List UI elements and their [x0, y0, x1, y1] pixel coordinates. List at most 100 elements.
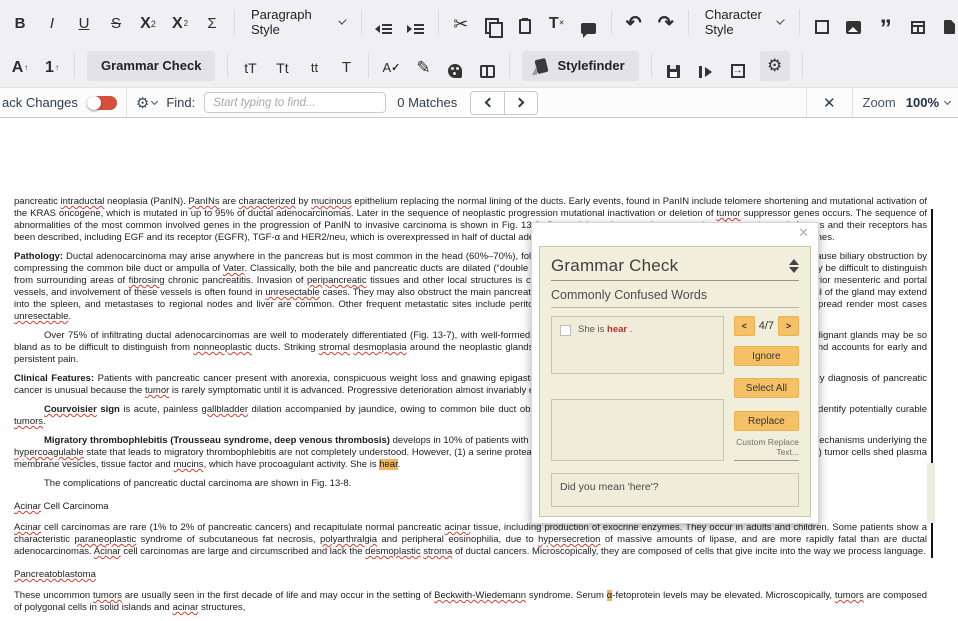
textbox-button[interactable]	[812, 10, 832, 34]
color-palette-button[interactable]	[445, 54, 465, 78]
gear-icon: ⚙	[136, 94, 149, 112]
save-button[interactable]	[664, 54, 684, 78]
clear-format-button[interactable]: T✕	[547, 10, 567, 34]
paragraph-style-dropdown[interactable]: Paragraph Style	[247, 7, 349, 37]
dialog-close-button[interactable]: ✕	[798, 225, 809, 241]
case-small-caps-button[interactable]: tt	[304, 54, 324, 78]
dialog-title: Grammar Check	[551, 256, 678, 276]
indent-button[interactable]	[406, 10, 426, 34]
track-changes-label: ack Changes	[2, 95, 78, 110]
error-word: hear	[607, 324, 627, 335]
find-previous-button[interactable]	[471, 92, 504, 114]
zoom-label: Zoom	[863, 95, 896, 110]
outdent-button[interactable]	[374, 10, 394, 34]
italic-button[interactable]: I	[42, 10, 62, 34]
divider	[551, 307, 799, 308]
line-numbering-button[interactable]: 1↑	[42, 54, 62, 78]
section-heading: Pancreatoblastoma	[14, 569, 927, 581]
custom-replace-field[interactable]: Custom Replace Text...	[734, 437, 799, 461]
image-icon	[846, 21, 861, 34]
previous-issue-button[interactable]: <	[734, 316, 755, 336]
superscript-button[interactable]: X2	[170, 10, 190, 34]
paste-button[interactable]	[515, 10, 535, 34]
pullquote-button[interactable]: ”	[876, 10, 896, 34]
context-panel	[551, 399, 724, 461]
strikethrough-button[interactable]: S	[106, 10, 126, 34]
toolbar-formatting: B I U S X2 X2 Σ Paragraph Style ✂ T✕ ↶ ↷…	[0, 0, 958, 44]
stylefinder-button[interactable]: Stylefinder	[522, 51, 638, 81]
bold-button[interactable]: B	[10, 10, 30, 34]
find-nav	[470, 91, 538, 115]
divider	[551, 280, 799, 281]
table-icon	[911, 21, 925, 34]
chevron-down-icon	[338, 16, 347, 25]
dialog-body: Grammar Check Commonly Confused Words Sh…	[539, 246, 811, 517]
export-icon: →	[731, 64, 745, 78]
book-icon	[480, 65, 495, 78]
divider	[234, 10, 235, 35]
paste-icon	[519, 19, 531, 34]
next-issue-button[interactable]: >	[778, 316, 799, 336]
case-capitalize-button[interactable]: T	[336, 54, 356, 78]
paragraph: Acinar cell carcinomas are rare (1% to 2…	[14, 522, 927, 558]
find-options-button[interactable]: ⚙	[136, 94, 157, 112]
run-macro-button[interactable]	[696, 54, 716, 78]
cut-button[interactable]: ✂	[451, 10, 471, 34]
mode-selector-icon[interactable]	[789, 259, 799, 273]
underline-button[interactable]: U	[74, 10, 94, 34]
chevron-down-icon	[776, 16, 784, 24]
copy-button[interactable]	[483, 10, 503, 34]
select-all-button[interactable]: Select All	[734, 378, 799, 398]
suggestion-panel[interactable]: Did you mean 'here'?	[551, 473, 799, 507]
chevron-down-icon	[944, 97, 951, 104]
chevron-right-icon	[515, 98, 525, 108]
divider	[611, 10, 612, 35]
edit-button[interactable]: ✎	[413, 54, 433, 78]
case-lower-upper-button[interactable]: tT	[240, 54, 260, 78]
grammar-check-dialog: ✕ Grammar Check Commonly Confused Words …	[531, 222, 819, 524]
style-library-button[interactable]	[477, 54, 497, 78]
undo-button[interactable]: ↶	[624, 10, 644, 34]
issue-checkbox[interactable]	[560, 325, 571, 336]
divider	[852, 88, 853, 117]
divider	[799, 10, 800, 35]
comment-button[interactable]	[579, 10, 599, 34]
export-button[interactable]: →	[728, 54, 748, 78]
find-next-button[interactable]	[504, 92, 537, 114]
indent-icon	[407, 25, 412, 33]
insert-table-button[interactable]	[908, 10, 928, 34]
match-count: 0 Matches	[397, 95, 457, 110]
close-find-bar-button[interactable]: ✕	[817, 92, 842, 114]
divider	[509, 53, 510, 78]
divider	[227, 53, 228, 78]
scroll-position-marker[interactable]	[927, 463, 935, 523]
chevron-left-icon	[484, 98, 494, 108]
chevron-down-icon	[151, 97, 158, 104]
replace-button[interactable]: Replace	[734, 411, 799, 431]
equation-button[interactable]: Σ	[202, 10, 222, 34]
stylefinder-icon	[535, 57, 549, 73]
ignore-button[interactable]: Ignore	[734, 346, 799, 366]
grammar-check-button[interactable]: Grammar Check	[87, 51, 215, 81]
play-icon	[699, 66, 712, 78]
redo-button[interactable]: ↷	[656, 10, 676, 34]
insert-page-button[interactable]	[940, 10, 958, 34]
frame-icon	[815, 20, 829, 34]
character-style-dropdown[interactable]: Character Style	[701, 7, 787, 37]
issue-counter: 4/7	[759, 320, 774, 332]
settings-button[interactable]: ⚙	[760, 51, 790, 81]
insert-image-button[interactable]	[844, 10, 864, 34]
divider	[806, 88, 807, 117]
find-input[interactable]	[204, 92, 386, 113]
zoom-value: 100%	[906, 95, 939, 110]
track-changes-toggle[interactable]	[87, 96, 117, 110]
copy-icon	[485, 18, 500, 34]
spell-check-button[interactable]: A✓	[381, 54, 401, 78]
issue-sentence: She is hear .	[578, 324, 632, 335]
subscript-button[interactable]: X2	[138, 10, 158, 34]
font-size-button[interactable]: A↑	[10, 54, 30, 78]
zoom-dropdown[interactable]: 100%	[906, 95, 950, 110]
case-upper-lower-button[interactable]: Tt	[272, 54, 292, 78]
find-label: Find:	[166, 95, 195, 110]
divider	[361, 10, 362, 35]
